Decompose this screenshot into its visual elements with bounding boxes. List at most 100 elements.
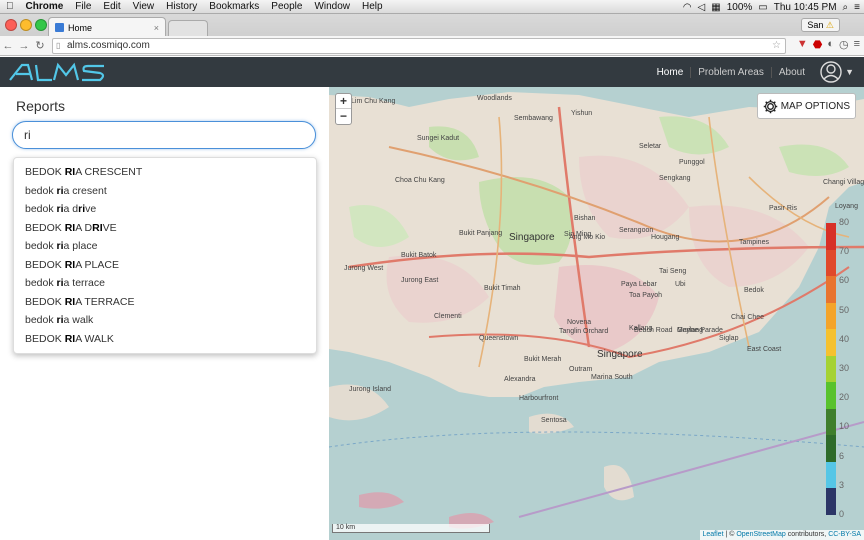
zoom-out-button[interactable]: −	[336, 109, 351, 124]
suggestion-item[interactable]: bedok ria drive	[14, 200, 316, 219]
map-place-label: Clementi	[434, 313, 462, 320]
map-place-label: Woodlands	[477, 95, 512, 102]
adblock-icon[interactable]: ⬣	[813, 38, 823, 51]
close-tab-icon[interactable]: ×	[154, 23, 159, 33]
menu-edit[interactable]: Edit	[97, 1, 126, 12]
battery-percent: 100%	[726, 1, 753, 13]
forward-icon[interactable]: →	[16, 40, 32, 52]
wifi-icon[interactable]: ◠	[683, 2, 692, 13]
zoom-in-button[interactable]: +	[336, 94, 351, 109]
map-options-label: MAP OPTIONS	[780, 100, 850, 112]
legend-segment	[826, 355, 836, 383]
profile-button[interactable]: San ⚠	[801, 18, 840, 32]
suggestion-text: A CRESCENT	[75, 166, 143, 178]
pocket-icon[interactable]: ▼	[797, 38, 808, 51]
caret-down-icon: ▼	[845, 67, 854, 77]
nav-problem-areas-link[interactable]: Problem Areas	[691, 66, 772, 78]
nav-home-link[interactable]: Home	[650, 66, 692, 78]
search-input[interactable]	[12, 121, 316, 149]
clock[interactable]: Thu 10:45 PM	[774, 2, 837, 13]
menu-window[interactable]: Window	[308, 1, 356, 12]
osm-link[interactable]: OpenStreetMap	[736, 531, 785, 538]
map-place-label: Chai Chee	[731, 314, 765, 321]
legend-color-bar	[826, 223, 836, 516]
suggestion-item[interactable]: BEDOK RIA CRESCENT	[14, 163, 316, 182]
map-place-label: Bukit Merah	[524, 356, 562, 363]
reload-icon[interactable]: ↻	[32, 39, 48, 52]
map-place-label: Orchard	[583, 328, 609, 335]
menu-view[interactable]: View	[127, 1, 161, 12]
menu-file[interactable]: File	[69, 1, 97, 12]
address-bar[interactable]: ▯ alms.cosmiqo.com ☆	[52, 38, 786, 54]
map-place-label: Jurong East	[401, 277, 439, 284]
suggestion-text: bedok	[25, 277, 57, 289]
flag-icon[interactable]: ▦	[711, 2, 720, 13]
map-place-label: Ubi	[675, 281, 686, 288]
extension-icon[interactable]: ◐	[827, 38, 834, 51]
map-place-label: Harbourfront	[519, 395, 559, 402]
map-place-label: Siglap	[719, 335, 739, 342]
maximize-window-button[interactable]	[35, 19, 47, 31]
reports-sidebar: Reports BEDOK RIA CRESCENTbedok ria cres…	[0, 87, 329, 540]
legend-tick: 30	[839, 363, 850, 373]
close-window-button[interactable]	[5, 19, 17, 31]
tab-title: Home	[68, 22, 93, 33]
apple-icon[interactable]: 	[0, 1, 20, 12]
search-icon[interactable]: ⌕	[843, 2, 849, 13]
suggestion-text: ve	[85, 203, 97, 215]
warning-icon: ⚠	[825, 20, 834, 30]
suggestion-item[interactable]: BEDOK RIA TERRACE	[14, 293, 316, 312]
leaflet-link[interactable]: Leaflet	[703, 531, 724, 538]
map-view[interactable]: Singapore Singapore Woodlands Yishun Sembawa…	[329, 87, 864, 540]
map-place-label: Lim Chu Kang	[351, 98, 396, 105]
legend-segment	[826, 461, 836, 489]
tab-home[interactable]: Home ×	[48, 17, 166, 37]
legend-segment	[826, 276, 836, 304]
suggestion-item[interactable]: bedok ria walk	[14, 311, 316, 330]
nav-about-link[interactable]: About	[772, 67, 812, 78]
history-icon[interactable]: ◷	[839, 38, 849, 51]
suggestion-item[interactable]: BEDOK RIA WALK	[14, 330, 316, 349]
menu-people[interactable]: People	[265, 1, 308, 12]
logo-svg	[9, 62, 105, 82]
battery-icon[interactable]: ▭	[758, 2, 767, 13]
user-menu[interactable]: ▼	[820, 61, 854, 83]
suggestion-text: bedok	[25, 314, 57, 326]
suggestion-item[interactable]: BEDOK RIA DRIVE	[14, 219, 316, 238]
menu-bookmarks[interactable]: Bookmarks	[203, 1, 265, 12]
legend-tick: 10	[839, 421, 850, 432]
suggestion-text: A PLACE	[75, 258, 119, 271]
gear-icon	[763, 99, 777, 113]
suggestion-text: BEDOK	[25, 221, 65, 234]
map-place-label: Toa Payoh	[629, 292, 663, 299]
map-place-label: Bukit Panjang	[459, 230, 503, 237]
menu-help[interactable]: Help	[356, 1, 389, 12]
chrome-menu-icon[interactable]: ≡	[854, 38, 860, 51]
legend-tick: 50	[839, 304, 850, 315]
bookmark-star-icon[interactable]: ☆	[772, 39, 781, 53]
notification-icon[interactable]: ≡	[854, 2, 860, 13]
map-place-label: Paya Lebar	[621, 281, 657, 288]
suggestion-item[interactable]: bedok ria terrace	[14, 274, 316, 293]
legend-tick: 80	[839, 217, 850, 227]
menu-history[interactable]: History	[160, 1, 203, 12]
legend-segment	[826, 408, 836, 436]
suggestion-item[interactable]: BEDOK RIA PLACE	[14, 256, 316, 275]
minimize-window-button[interactable]	[20, 19, 32, 31]
suggestion-text: a d	[63, 203, 79, 215]
suggestion-item[interactable]: bedok ria place	[14, 237, 316, 256]
user-avatar-icon	[820, 61, 842, 83]
license-link[interactable]: CC-BY-SA	[828, 531, 861, 538]
suggestion-text: A WALK	[75, 332, 114, 345]
back-icon[interactable]: ←	[0, 40, 16, 52]
map-place-label: Bukit Batok	[401, 252, 437, 259]
map-place-label: Bedok	[744, 287, 764, 294]
map-options-button[interactable]: MAP OPTIONS	[756, 93, 856, 119]
app-menu[interactable]: Chrome	[20, 1, 70, 12]
new-tab-button[interactable]	[168, 20, 208, 37]
map-place-label: East Coast	[747, 346, 782, 353]
volume-icon[interactable]: ◁	[698, 2, 706, 13]
tab-strip: Home × San ⚠	[0, 14, 864, 37]
suggestion-item[interactable]: bedok ria cresent	[14, 182, 316, 201]
alms-logo[interactable]	[8, 61, 108, 88]
